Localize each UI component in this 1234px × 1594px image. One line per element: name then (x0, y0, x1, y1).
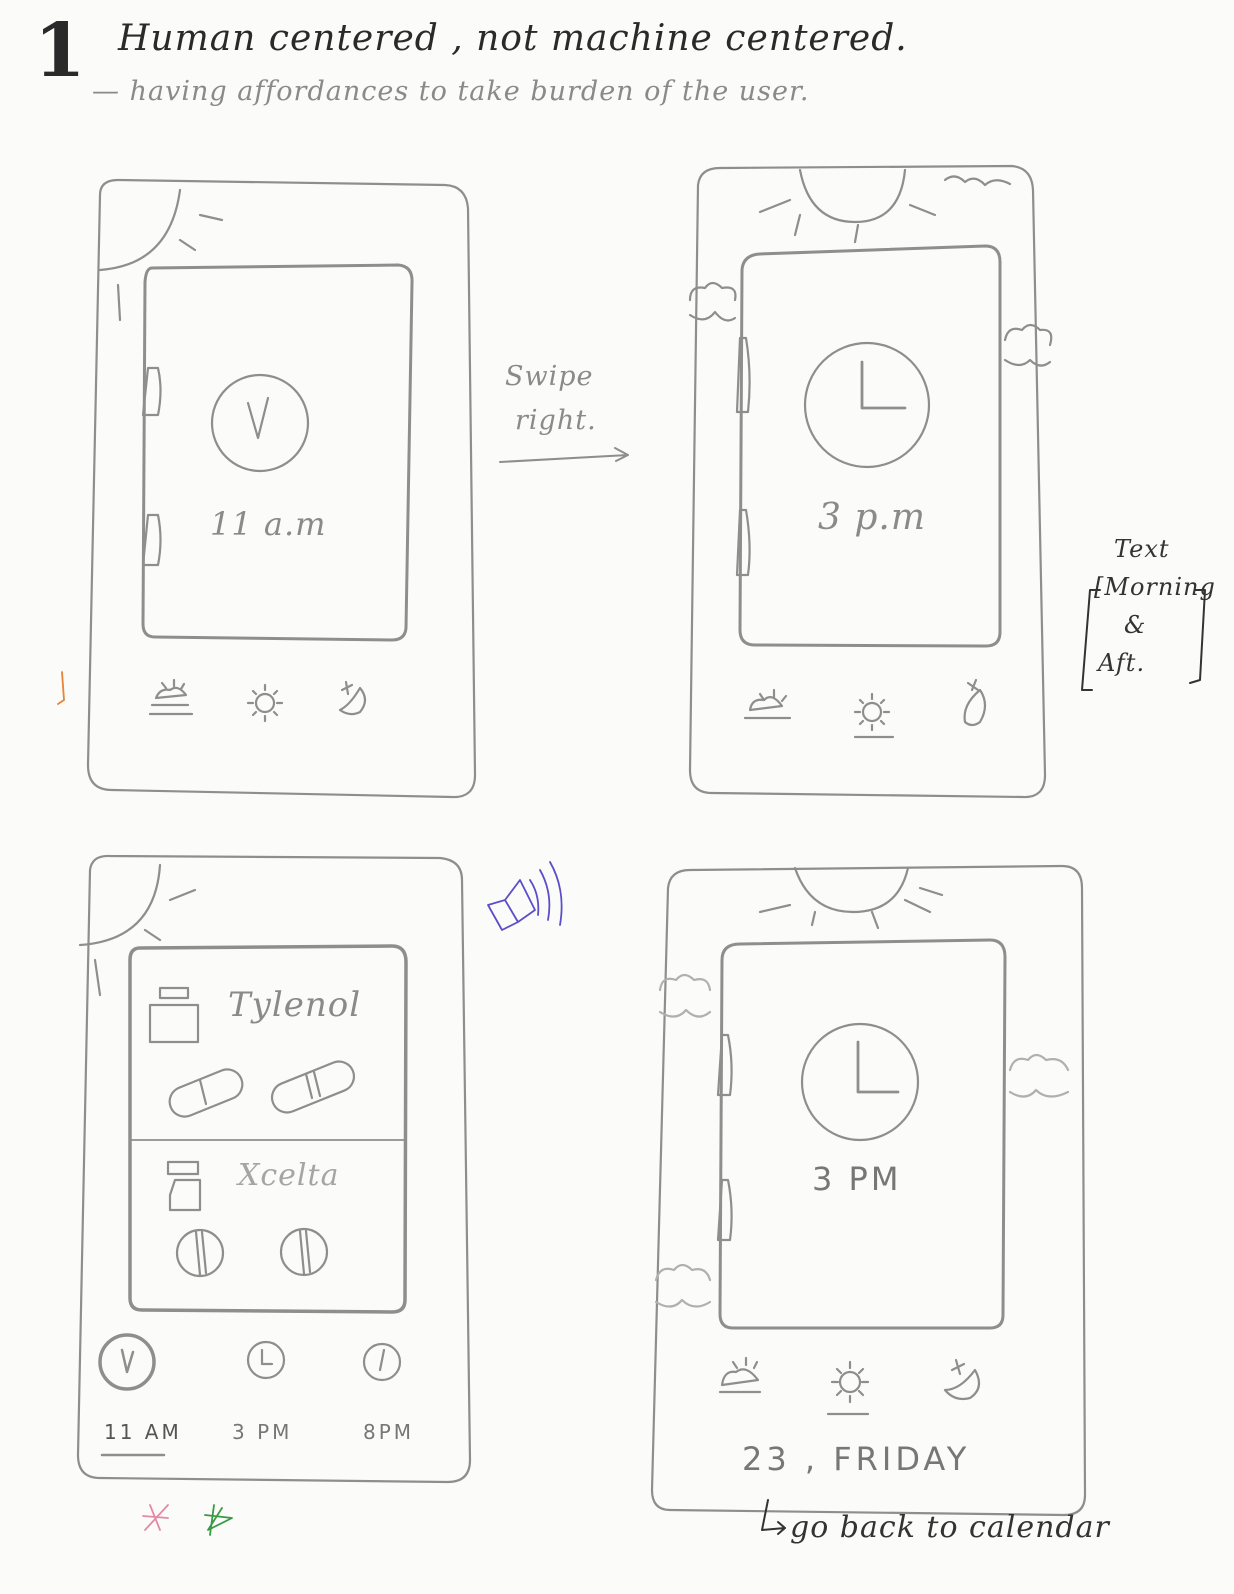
side-note-line3: & (1124, 611, 1147, 639)
tablet-icon-1 (175, 1228, 225, 1278)
time-tab-11am[interactable]: 11 AM (104, 1420, 182, 1444)
clock-icon-2 (803, 341, 931, 469)
clock-icon-11am (98, 1333, 156, 1391)
phone-frame-1 (86, 178, 477, 799)
swipe-label: Swipe right. (505, 355, 597, 443)
moon-icon-4 (943, 1358, 981, 1401)
clock-icon-3pm (246, 1340, 286, 1380)
capsule-icon-1 (168, 1068, 244, 1118)
side-note-line2: [Morning (1094, 573, 1216, 601)
tablet-icon-2 (279, 1227, 329, 1277)
page-number: 1 (34, 8, 87, 94)
clock-icon-1 (210, 373, 310, 473)
time-label-1: 11 a.m (210, 505, 327, 543)
swipe-label-line2: right. (515, 405, 597, 436)
time-label-2: 3 p.m (818, 497, 926, 538)
moon-icon-1 (338, 680, 367, 716)
page-title: Human centered , not machine centered. (118, 18, 908, 59)
time-label-4: 3 PM (812, 1160, 902, 1198)
sun-icon-4 (826, 1360, 870, 1416)
star-icon-green (204, 1504, 233, 1536)
bottle-icon-2 (166, 1160, 202, 1212)
med-name-1: Tylenol (228, 985, 362, 1025)
time-tab-3pm[interactable]: 3 PM (232, 1420, 292, 1444)
sun-icon-1 (246, 683, 284, 723)
phone-frame-2 (688, 164, 1053, 799)
date-label[interactable]: 23 , FRIDAY (742, 1440, 970, 1478)
sunrise-icon-2 (743, 688, 792, 720)
calendar-note: go back to calendar (790, 1510, 1110, 1545)
phone-frame-4 (650, 864, 1087, 1535)
moon-icon-2 (963, 678, 987, 727)
page-subtitle: — having affordances to take burden of t… (92, 76, 810, 107)
capsule-icon-2 (270, 1060, 356, 1114)
side-note-line4: Aft. (1098, 649, 1146, 677)
speaker-icon (487, 861, 563, 931)
side-note-line1: Text (1114, 535, 1170, 563)
clock-icon-4 (800, 1022, 920, 1142)
sunrise-icon-1 (148, 678, 194, 716)
med-name-2: Xcelta (238, 1158, 340, 1193)
time-tab-8pm[interactable]: 8PM (363, 1420, 414, 1444)
sunrise-icon-4 (718, 1356, 762, 1394)
sun-icon-2 (853, 692, 895, 739)
side-note: Text [Morning & Aft. (1094, 530, 1216, 682)
bottle-icon-1 (148, 986, 200, 1044)
swipe-label-line1: Swipe (505, 361, 594, 392)
star-icon-pink (142, 1504, 169, 1531)
sketch-canvas (57, 164, 1206, 1536)
